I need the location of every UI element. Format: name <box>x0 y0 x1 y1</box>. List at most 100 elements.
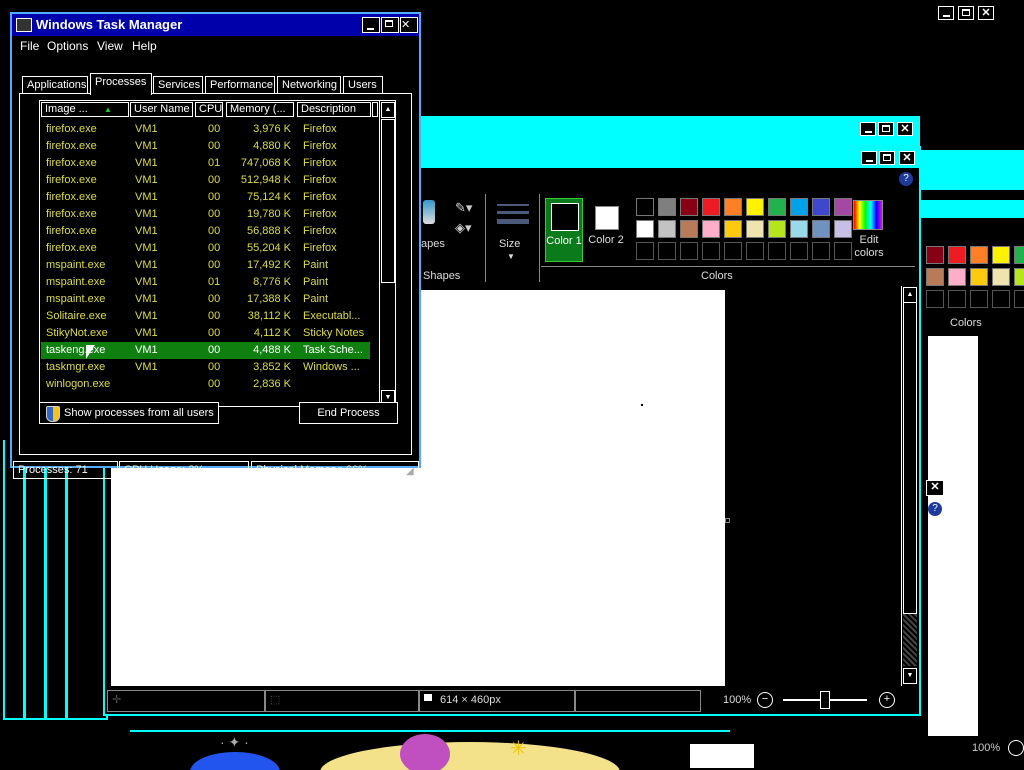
canvas-resize-handle[interactable] <box>725 518 730 523</box>
menu-view[interactable]: View <box>97 39 123 53</box>
custom-color-slot[interactable] <box>1014 290 1024 308</box>
tab-performance[interactable]: Performance <box>205 76 275 94</box>
maximize-button[interactable] <box>958 6 974 20</box>
color-swatch[interactable] <box>812 198 830 216</box>
color-swatch[interactable] <box>636 198 654 216</box>
table-row[interactable]: Solitaire.exe VM1 00 38,112 K Executabl... <box>41 308 370 325</box>
table-row[interactable]: mspaint.exe VM1 01 8,776 K Paint <box>41 274 370 291</box>
maximize-button[interactable] <box>381 17 399 33</box>
custom-color-slot[interactable] <box>812 242 830 260</box>
scroll-thumb[interactable] <box>381 119 395 283</box>
column-image-name[interactable]: Image ... ▲ <box>41 102 129 117</box>
custom-color-slot[interactable] <box>948 290 966 308</box>
task-manager-window[interactable]: Windows Task Manager File Options View H… <box>10 12 421 479</box>
close-button[interactable] <box>978 6 994 20</box>
vertical-scrollbar[interactable]: ▲ ▼ <box>901 286 918 686</box>
scroll-thumb[interactable] <box>903 302 917 614</box>
custom-color-slot[interactable] <box>768 242 786 260</box>
close-button[interactable] <box>897 122 913 136</box>
custom-color-slot[interactable] <box>992 290 1010 308</box>
table-row[interactable]: firefox.exe VM1 00 4,880 K Firefox <box>41 138 370 155</box>
process-list-scrollbar[interactable]: ▲ ▼ <box>379 101 395 406</box>
tab-services[interactable]: Services <box>153 76 203 94</box>
custom-color-slot[interactable] <box>724 242 742 260</box>
color-swatch[interactable] <box>680 198 698 216</box>
table-row[interactable]: firefox.exe VM1 00 55,204 K Firefox <box>41 240 370 257</box>
tab-processes[interactable]: Processes <box>90 73 152 95</box>
edit-colors-button[interactable]: Edit colors <box>847 198 887 262</box>
tab-applications[interactable]: Applications <box>22 76 88 94</box>
custom-color-slot[interactable] <box>680 242 698 260</box>
fill-icon[interactable]: ◈▾ <box>455 220 472 236</box>
minimize-button[interactable] <box>938 6 954 20</box>
minimize-button[interactable] <box>860 122 876 136</box>
size-group[interactable]: Size ▼ <box>489 194 540 282</box>
zoom-out-icon[interactable] <box>1008 740 1024 756</box>
color-swatch[interactable] <box>926 268 944 286</box>
show-all-processes-button[interactable]: Show processes from all users <box>39 402 219 424</box>
custom-color-slot[interactable] <box>746 242 764 260</box>
color-swatch[interactable] <box>812 220 830 238</box>
maximize-button[interactable] <box>879 151 895 165</box>
color-swatch[interactable] <box>658 220 676 238</box>
column-cpu[interactable]: CPU <box>195 102 223 117</box>
color-swatch[interactable] <box>926 246 944 264</box>
close-button[interactable] <box>400 17 418 33</box>
color-swatch[interactable] <box>948 268 966 286</box>
color-swatch[interactable] <box>724 220 742 238</box>
color-swatch[interactable] <box>724 198 742 216</box>
color-swatch[interactable] <box>970 268 988 286</box>
table-row[interactable]: firefox.exe VM1 00 19,780 K Firefox <box>41 206 370 223</box>
color-swatch[interactable] <box>768 198 786 216</box>
outline-icon[interactable]: ✎▾ <box>455 200 472 216</box>
column-memory[interactable]: Memory (... <box>226 102 294 117</box>
maximize-button[interactable] <box>878 122 894 136</box>
table-row[interactable]: mspaint.exe VM1 00 17,492 K Paint <box>41 257 370 274</box>
close-button[interactable] <box>899 151 915 165</box>
minimize-button[interactable] <box>362 17 380 33</box>
custom-color-slot[interactable] <box>970 290 988 308</box>
color1-button[interactable]: Color 1 <box>545 198 583 262</box>
background-window-right[interactable]: Colors 100% <box>920 6 1024 768</box>
shapes-partial-label[interactable]: apes <box>421 238 445 250</box>
chevron-down-icon[interactable]: ▼ <box>507 252 515 261</box>
menu-file[interactable]: File <box>20 39 39 53</box>
color-swatch[interactable] <box>1014 246 1024 264</box>
color-swatch[interactable] <box>680 220 698 238</box>
help-icon[interactable]: ? <box>928 502 942 516</box>
table-row[interactable]: firefox.exe VM1 01 747,068 K Firefox <box>41 155 370 172</box>
zoom-in-button[interactable]: + <box>879 692 895 708</box>
custom-color-slot[interactable] <box>790 242 808 260</box>
resize-grip-icon[interactable]: ◢ <box>406 466 414 477</box>
help-icon[interactable]: ? <box>899 172 913 186</box>
background-paint-window[interactable] <box>420 116 920 146</box>
custom-color-slot[interactable] <box>926 290 944 308</box>
color-swatch[interactable] <box>790 198 808 216</box>
end-process-button[interactable]: End Process <box>299 402 398 424</box>
tab-users[interactable]: Users <box>343 76 383 94</box>
color-swatch[interactable] <box>746 220 764 238</box>
menu-help[interactable]: Help <box>132 39 157 53</box>
color-swatch[interactable] <box>658 198 676 216</box>
table-row[interactable]: taskmgr.exe VM1 00 3,852 K Windows ... <box>41 359 370 376</box>
color-swatch[interactable] <box>702 220 720 238</box>
table-row[interactable]: firefox.exe VM1 00 75,124 K Firefox <box>41 189 370 206</box>
color2-button[interactable]: Color 2 <box>587 198 625 262</box>
color-swatch[interactable] <box>636 220 654 238</box>
color-swatch[interactable] <box>768 220 786 238</box>
color-swatch[interactable] <box>702 198 720 216</box>
minimize-button[interactable] <box>861 151 877 165</box>
color-swatch[interactable] <box>746 198 764 216</box>
table-row[interactable]: firefox.exe VM1 00 3,976 K Firefox <box>41 121 370 138</box>
zoom-out-button[interactable]: − <box>757 692 773 708</box>
process-list[interactable]: Image ... ▲ User Name CPU Memory (... De… <box>39 100 396 407</box>
table-row[interactable]: firefox.exe VM1 00 512,948 K Firefox <box>41 172 370 189</box>
shapes-icon[interactable] <box>423 200 435 224</box>
zoom-slider-thumb[interactable] <box>820 691 830 709</box>
color-swatch[interactable] <box>992 268 1010 286</box>
custom-color-slot[interactable] <box>636 242 654 260</box>
menu-options[interactable]: Options <box>47 39 88 53</box>
column-description[interactable]: Description <box>297 102 371 117</box>
scroll-up-button[interactable]: ▲ <box>381 102 395 118</box>
color-swatch[interactable] <box>1014 268 1024 286</box>
